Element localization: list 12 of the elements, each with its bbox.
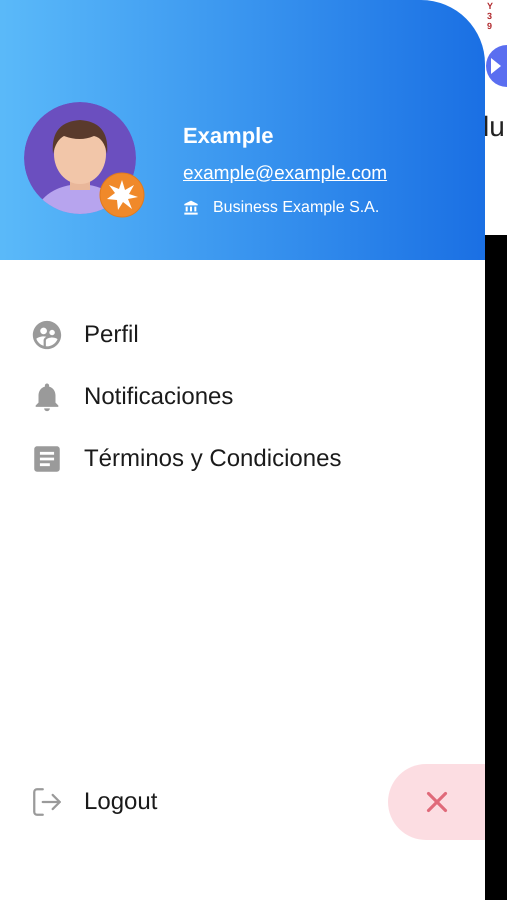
menu-item[interactable]: Perfil: [0, 304, 485, 366]
close-button[interactable]: [388, 764, 485, 840]
logout-icon: [30, 785, 64, 819]
partial-title: lu: [483, 112, 505, 142]
user-name: Example: [183, 122, 274, 150]
vertical-label: Y 39: [487, 2, 494, 32]
logout-button[interactable]: Logout: [0, 784, 158, 820]
people-icon: [30, 318, 64, 352]
menu-item[interactable]: Notificaciones: [0, 366, 485, 428]
bank-icon: [183, 200, 199, 216]
menu-item[interactable]: Términos y Condiciones: [0, 428, 485, 490]
company-name: Business Example S.A.: [213, 198, 380, 218]
